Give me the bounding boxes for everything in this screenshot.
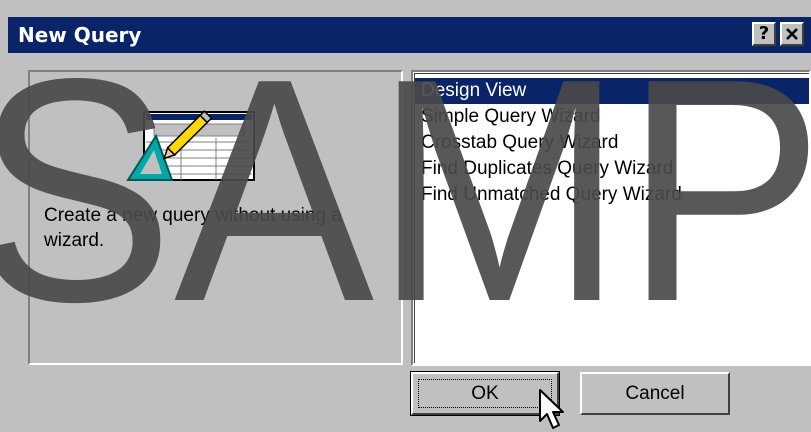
query-type-list[interactable]: Design View Simple Query Wizard Crosstab… [411, 70, 811, 366]
close-icon [786, 28, 798, 40]
list-item-design-view[interactable]: Design View [415, 78, 809, 104]
list-item-simple-query-wizard[interactable]: Simple Query Wizard [415, 104, 809, 130]
list-item-find-duplicates-query-wizard[interactable]: Find Duplicates Query Wizard [415, 156, 809, 182]
ok-button-label: OK [471, 383, 499, 404]
query-description: Create a new query without using a wizar… [44, 205, 342, 251]
cancel-button-label: Cancel [625, 383, 685, 404]
help-button[interactable]: ? [752, 22, 776, 46]
ok-button[interactable]: OK [410, 371, 560, 416]
query-design-icon [126, 110, 255, 181]
dialog-title: New Query [18, 23, 142, 47]
description-panel: Create a new query without using a wizar… [28, 70, 403, 365]
title-bar[interactable]: New Query ? [8, 17, 811, 53]
cancel-button[interactable]: Cancel [580, 372, 730, 415]
list-item-find-unmatched-query-wizard[interactable]: Find Unmatched Query Wizard [415, 182, 809, 208]
new-query-dialog: New Query ? Create a new query without u… [0, 0, 811, 432]
close-button[interactable] [780, 22, 804, 46]
list-item-crosstab-query-wizard[interactable]: Crosstab Query Wizard [415, 130, 809, 156]
